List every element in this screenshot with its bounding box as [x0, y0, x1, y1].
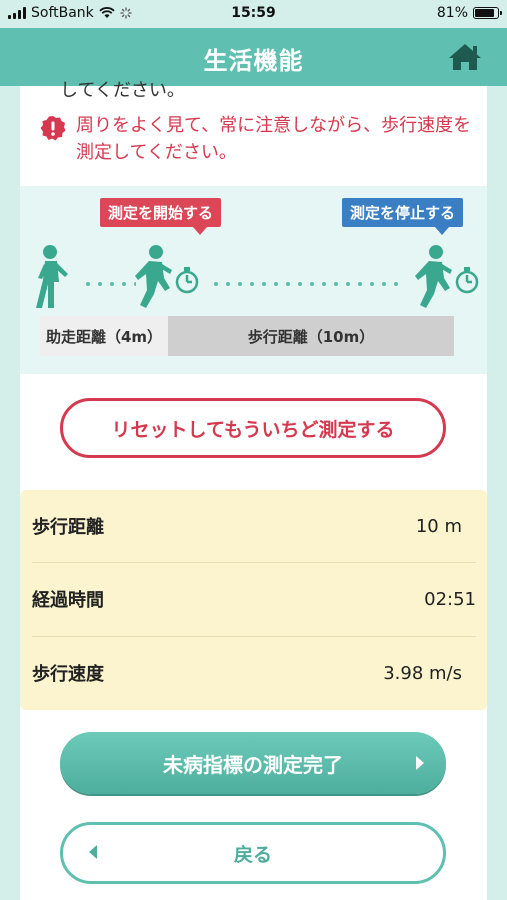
finish-person-stopwatch-icon: [415, 245, 479, 308]
walking-distance-label: 歩行距離（10m）: [168, 316, 454, 356]
home-icon[interactable]: [447, 42, 483, 72]
battery-percent: 81%: [436, 5, 468, 21]
complete-button-label: 未病指標の測定完了: [163, 752, 343, 777]
stop-measurement-tag: 測定を停止する: [342, 198, 464, 235]
battery-icon: [473, 7, 502, 19]
status-right: 81%: [436, 5, 502, 21]
result-row: 歩行距離 10 m: [32, 490, 476, 562]
status-bar: SoftBank 15:59 81%: [0, 0, 507, 28]
warning-text: 周りをよく見て、常に注意しながら、歩行速度を測定してください。: [76, 115, 472, 163]
walking-person-icon: [36, 245, 68, 308]
walk-dotted-line: [210, 282, 406, 286]
result-row: 経過時間 02:51: [32, 563, 476, 635]
walking-test-diagram: 測定を開始する 測定を停止する 助走距離（4m） 歩行距離（10m）: [20, 186, 487, 374]
exclamation-icon: [40, 116, 66, 141]
page-title: 生活機能: [203, 47, 304, 75]
back-button-label: 戻る: [233, 843, 272, 866]
result-label: 経過時間: [32, 590, 104, 611]
content-card: してください。 周りをよく見て、常に注意しながら、歩行速度を測定してください。 …: [20, 80, 487, 900]
run-up-distance-label: 助走距離（4m）: [40, 316, 168, 356]
result-label: 歩行距離: [32, 517, 104, 538]
measurement-complete-button[interactable]: 未病指標の測定完了: [60, 732, 446, 794]
cutoff-instruction-text: してください。: [60, 80, 185, 101]
status-time: 15:59: [231, 5, 276, 21]
result-value: 10 m: [415, 515, 462, 537]
chevron-right-icon: [416, 756, 424, 770]
result-row: 歩行速度 3.98 m/s: [32, 637, 476, 709]
running-person-stopwatch-icon: [135, 245, 199, 308]
results-panel: 歩行距離 10 m 経過時間 02:51 歩行速度 3.98 m/s: [20, 490, 487, 710]
reset-measure-button[interactable]: リセットしてもういちど測定する: [60, 398, 446, 458]
result-label: 歩行速度: [32, 664, 104, 685]
warning-message: 周りをよく見て、常に注意しながら、歩行速度を測定してください。: [40, 112, 480, 166]
chevron-left-icon: [89, 845, 97, 859]
back-button[interactable]: 戻る: [60, 822, 446, 884]
run-up-dotted-line: [82, 282, 136, 286]
result-value: 3.98 m/s: [383, 662, 462, 684]
result-value: 02:51: [424, 588, 476, 610]
start-measurement-tag: 測定を開始する: [100, 198, 222, 235]
